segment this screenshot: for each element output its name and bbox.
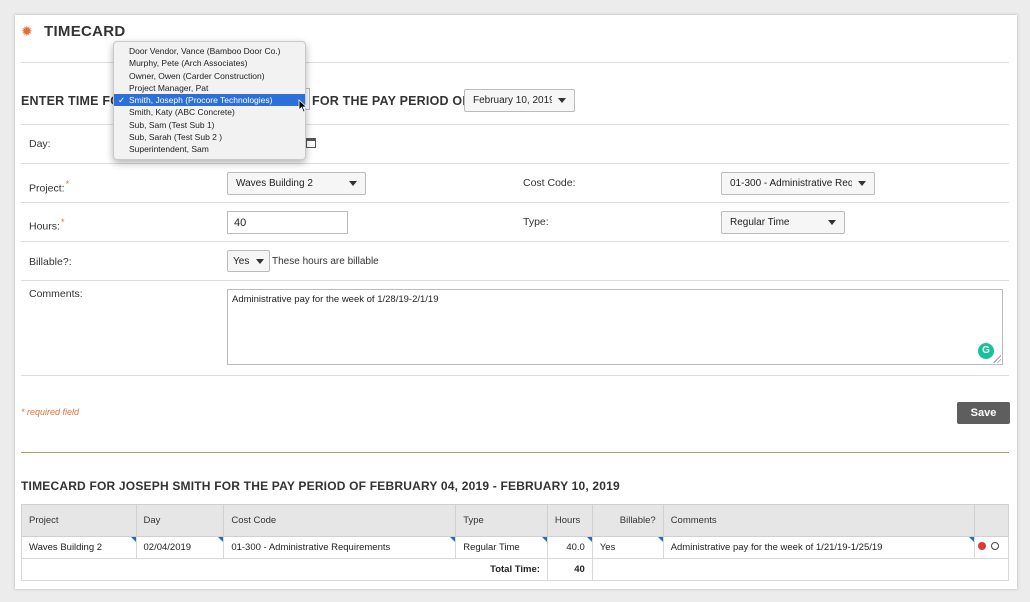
timecard-page: ✹ TIMECARD ENTER TIME FO FOR THE PAY PER…	[15, 15, 1017, 589]
required-marker: *	[65, 179, 70, 189]
hours-input[interactable]: 40	[227, 211, 348, 234]
col-header-comments: Comments	[662, 504, 975, 537]
divider	[21, 163, 1009, 164]
pay-period-label: FOR THE PAY PERIOD OF	[312, 94, 471, 108]
employee-option[interactable]: Project Manager, Pat	[114, 82, 305, 94]
cost-code-select[interactable]: 01-300 - Administrative Requir	[721, 172, 875, 195]
col-header-billable: Billable?	[591, 504, 664, 537]
mouse-cursor-icon	[298, 99, 308, 113]
project-select[interactable]: Waves Building 2	[227, 172, 366, 195]
enter-time-label: ENTER TIME FO	[21, 94, 121, 108]
edit-marker-icon	[218, 537, 224, 542]
type-select[interactable]: Regular Time	[721, 211, 845, 234]
employee-option[interactable]: Sub, Sam (Test Sub 1)	[114, 119, 305, 131]
billable-label: Billable?:	[29, 256, 72, 268]
divider	[21, 202, 1009, 203]
col-header-cost-code: Cost Code	[223, 504, 457, 537]
col-header-project: Project	[21, 504, 137, 537]
table-row: Waves Building 2 02/04/2019 01-300 - Adm…	[21, 536, 1010, 559]
divider	[21, 241, 1009, 242]
cell-type[interactable]: Regular Time	[455, 536, 548, 559]
cell-cost-code[interactable]: 01-300 - Administrative Requirements	[223, 536, 457, 559]
total-row: Total Time: 40	[21, 558, 1010, 581]
employee-option[interactable]: Door Vendor, Vance (Bamboo Door Co.)	[114, 45, 305, 57]
calendar-icon[interactable]	[306, 138, 316, 148]
edit-marker-icon	[657, 537, 663, 542]
chevron-down-icon	[858, 181, 866, 186]
col-header-type: Type	[455, 504, 548, 537]
employee-option[interactable]: Owner, Owen (Carder Construction)	[114, 70, 305, 82]
billable-note: These hours are billable	[272, 256, 379, 267]
comments-textarea[interactable]: Administrative pay for the week of 1/28/…	[227, 289, 1003, 365]
project-label: Project:*	[29, 179, 70, 195]
col-header-hours: Hours	[546, 504, 593, 537]
type-label: Type:	[523, 216, 549, 228]
employee-option[interactable]: Smith, Katy (ABC Concrete)	[114, 106, 305, 118]
page-title: TIMECARD	[44, 23, 126, 40]
employee-dropdown-menu: Door Vendor, Vance (Bamboo Door Co.) Mur…	[113, 41, 306, 160]
checkmark-icon: ✓	[118, 95, 126, 106]
edit-marker-icon	[130, 537, 136, 542]
table-header-row: Project Day Cost Code Type Hours Billabl…	[21, 504, 1010, 537]
chevron-down-icon	[558, 98, 566, 103]
chevron-down-icon	[256, 258, 264, 264]
employee-option[interactable]: Superintendent, Sam	[114, 143, 305, 155]
employee-option-selected[interactable]: ✓ Smith, Joseph (Procore Technologies)	[114, 94, 305, 107]
edit-marker-icon	[968, 537, 974, 542]
clock-icon[interactable]	[990, 542, 999, 550]
type-value: Regular Time	[730, 217, 790, 228]
grammarly-icon[interactable]: G	[978, 343, 994, 359]
total-value: 40	[546, 558, 593, 581]
edit-marker-icon	[586, 537, 592, 542]
employee-option[interactable]: Murphy, Pete (Arch Associates)	[114, 57, 305, 69]
required-field-note: * required field	[21, 407, 80, 417]
divider	[21, 375, 1009, 376]
col-header-actions	[973, 504, 1010, 537]
cell-project[interactable]: Waves Building 2	[21, 536, 137, 559]
section-divider	[21, 452, 1009, 453]
cell-actions	[973, 536, 1010, 559]
divider	[21, 280, 1009, 281]
delete-icon[interactable]	[977, 542, 986, 550]
timecard-table: Project Day Cost Code Type Hours Billabl…	[21, 504, 1010, 581]
cell-hours[interactable]: 40.0	[546, 536, 593, 559]
required-marker: *	[60, 217, 65, 227]
timecard-table-title: TIMECARD FOR JOSEPH SMITH FOR THE PAY PE…	[21, 479, 620, 493]
hours-label: Hours:*	[29, 217, 65, 233]
cost-code-label: Cost Code:	[523, 177, 576, 189]
cell-day[interactable]: 02/04/2019	[135, 536, 225, 559]
pay-period-select[interactable]: February 10, 2019	[464, 89, 575, 112]
save-button[interactable]: Save	[957, 402, 1010, 424]
day-label: Day:	[29, 138, 51, 150]
chevron-down-icon	[349, 181, 357, 186]
edit-marker-icon	[541, 537, 547, 542]
edit-marker-icon	[450, 537, 456, 542]
comments-label: Comments:	[29, 288, 83, 300]
cell-billable[interactable]: Yes	[591, 536, 664, 559]
billable-select[interactable]: Yes	[227, 250, 270, 272]
total-label: Total Time:	[21, 558, 548, 581]
col-header-day: Day	[135, 504, 225, 537]
project-value: Waves Building 2	[236, 178, 313, 189]
employee-option[interactable]: Sub, Sarah (Test Sub 2 )	[114, 131, 305, 143]
gear-icon: ✹	[21, 23, 33, 39]
chevron-down-icon	[828, 220, 836, 225]
cost-code-value: 01-300 - Administrative Requir	[730, 178, 852, 189]
total-spacer	[591, 558, 1010, 581]
billable-value: Yes	[233, 255, 250, 267]
cell-comments[interactable]: Administrative pay for the week of 1/21/…	[662, 536, 975, 559]
resize-handle-icon[interactable]	[993, 355, 1001, 363]
pay-period-value: February 10, 2019	[473, 95, 552, 106]
